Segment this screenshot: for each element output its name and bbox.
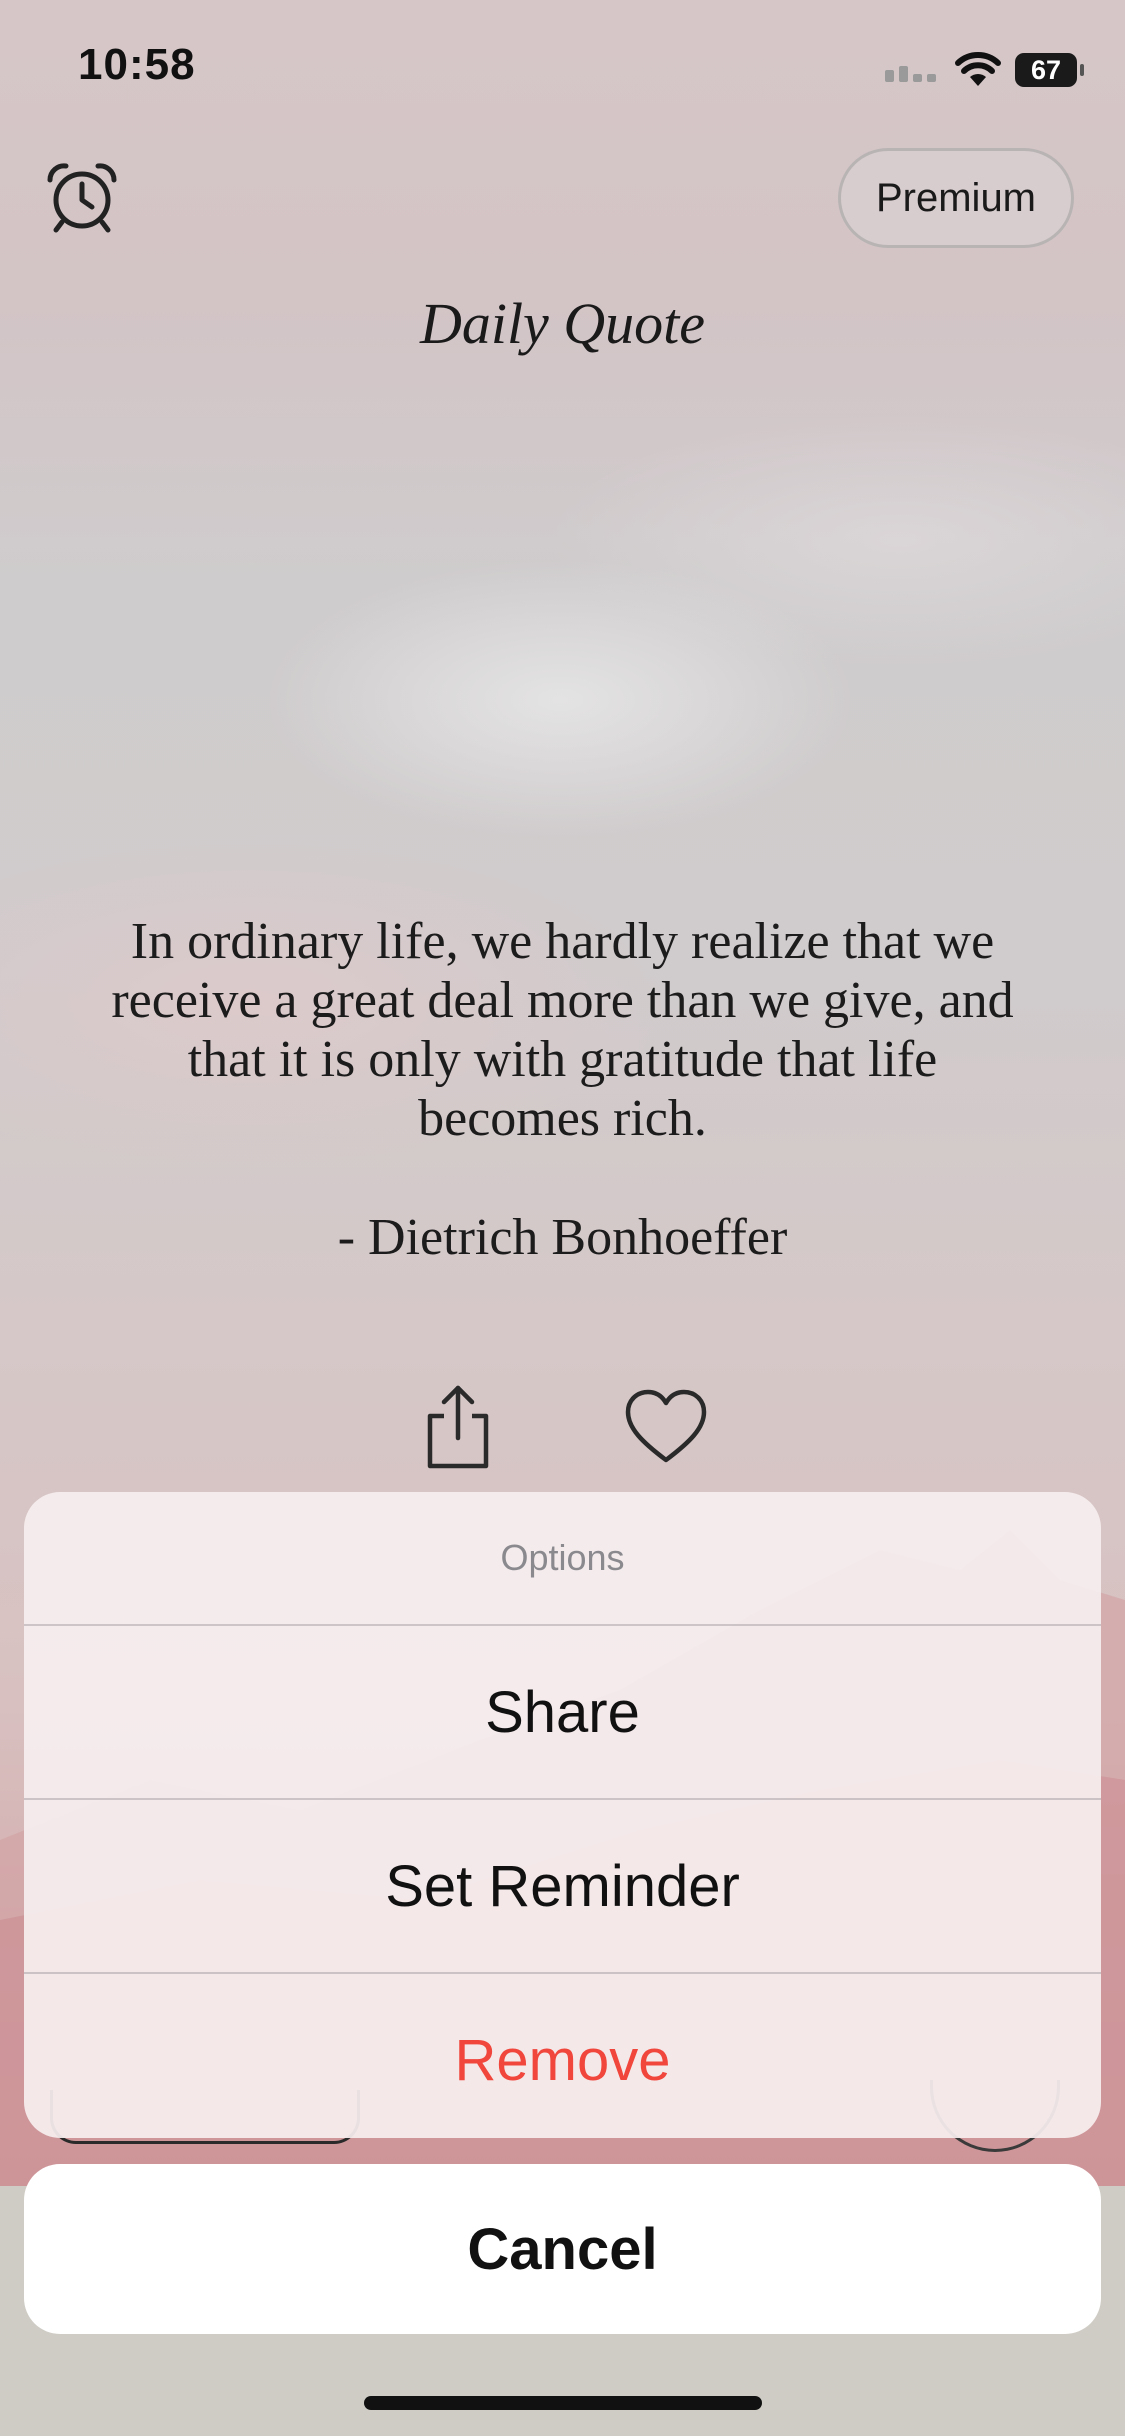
- premium-button[interactable]: Premium: [838, 148, 1074, 248]
- quote-text: In ordinary life, we hardly realize that…: [111, 913, 1014, 1147]
- home-indicator[interactable]: [364, 2396, 762, 2410]
- alarm-clock-icon[interactable]: [44, 160, 120, 236]
- status-time: 10:58: [78, 40, 196, 89]
- heart-icon[interactable]: [622, 1386, 710, 1466]
- quote-author: - Dietrich Bonhoeffer: [337, 1209, 788, 1266]
- wifi-icon: [955, 52, 1001, 86]
- page-title: Daily Quote: [419, 291, 706, 356]
- battery-indicator: 67: [1015, 53, 1084, 87]
- action-sheet-title: Options: [24, 1492, 1101, 1626]
- remove-option-button[interactable]: Remove: [24, 1974, 1101, 2138]
- share-option-button[interactable]: Share: [24, 1626, 1101, 1800]
- status-indicators: 67: [885, 48, 1084, 92]
- cancel-button[interactable]: Cancel: [24, 2164, 1101, 2334]
- action-sheet: Options Share Set Reminder Remove: [24, 1492, 1101, 2138]
- set-reminder-option-button[interactable]: Set Reminder: [24, 1800, 1101, 1974]
- cellular-signal-icon: [885, 66, 936, 82]
- share-icon[interactable]: [420, 1382, 496, 1470]
